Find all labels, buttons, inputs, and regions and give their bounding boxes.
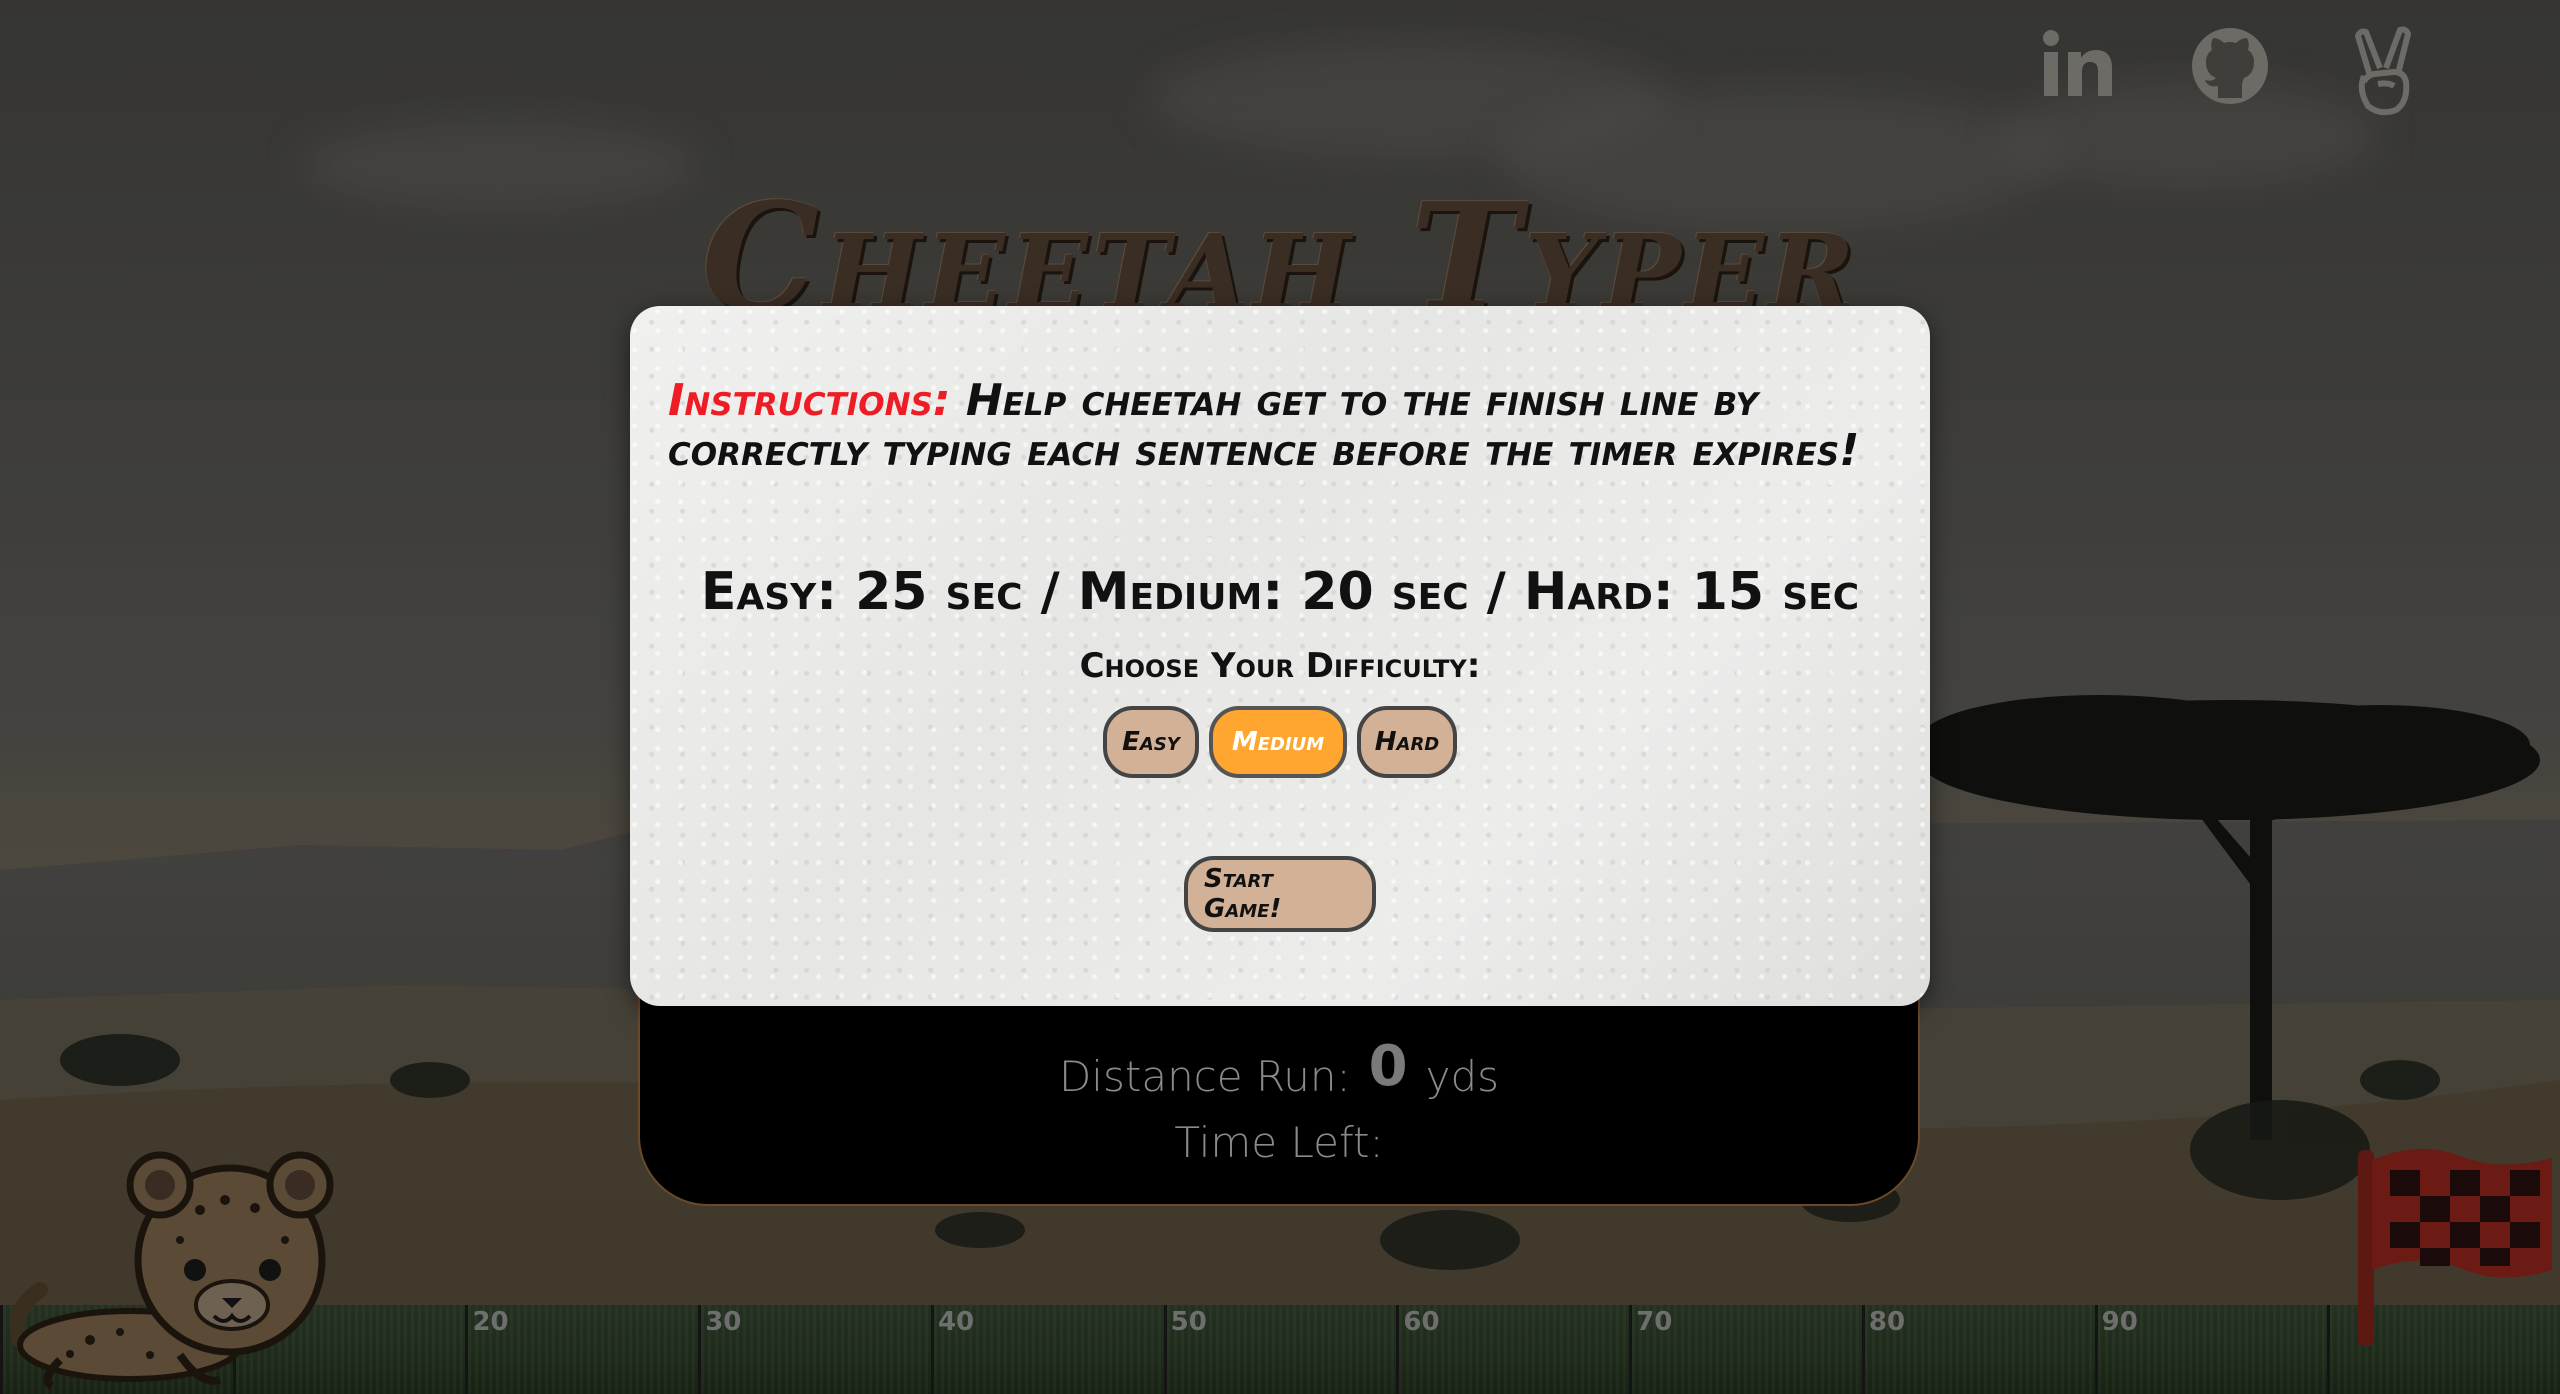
- yard-marker: 70: [1636, 1307, 1673, 1337]
- finish-flag-icon: [2358, 1148, 2552, 1346]
- time-left-label: Time Left:: [1174, 1118, 1384, 1167]
- yard-marker: 20: [472, 1307, 509, 1337]
- track-segment: 90: [2094, 1305, 2328, 1394]
- instructions-label: Instructions:: [668, 375, 951, 426]
- instructions-modal: Instructions: Help cheetah get to the fi…: [630, 306, 1930, 1006]
- hard-button[interactable]: Hard: [1357, 706, 1457, 778]
- track-segment: 60: [1396, 1305, 1630, 1394]
- easy-button[interactable]: Easy: [1103, 706, 1199, 778]
- time-left: Time Left:: [640, 1118, 1918, 1167]
- distance-label: Distance Run:: [1058, 1052, 1351, 1101]
- instructions-text: Instructions: Help cheetah get to the fi…: [668, 376, 1898, 476]
- linkedin-icon[interactable]: [2040, 26, 2114, 100]
- distance-value: 0: [1368, 1034, 1408, 1099]
- choose-difficulty-label: Choose Your Difficulty:: [1079, 646, 1481, 686]
- peace-hand-icon[interactable]: [2348, 26, 2420, 116]
- race-track: 10 20 30 40 50 60 70 80 90: [0, 1305, 2560, 1394]
- distance-unit: yds: [1425, 1052, 1500, 1101]
- track-segment: 20: [465, 1305, 699, 1394]
- yard-marker: 60: [1403, 1307, 1440, 1337]
- github-icon[interactable]: [2190, 26, 2270, 106]
- yard-marker: 50: [1170, 1307, 1207, 1337]
- track-segment: 30: [698, 1305, 931, 1394]
- difficulty-buttons: Easy Medium Hard: [630, 706, 1930, 778]
- cheetah-icon: [9, 1151, 334, 1390]
- difficulty-times: Easy: 25 sec / Medium: 20 sec / Hard: 15…: [700, 562, 1860, 622]
- yard-marker: 40: [937, 1307, 975, 1337]
- distance-run: Distance Run: 0 yds: [640, 1034, 1918, 1101]
- track-segment: 40: [930, 1305, 1164, 1394]
- track-segment: 70: [1629, 1305, 1862, 1394]
- medium-button[interactable]: Medium: [1209, 706, 1347, 778]
- yard-marker: 80: [1868, 1307, 1906, 1337]
- start-game-button[interactable]: Start Game!: [1184, 856, 1376, 932]
- track-segment: 50: [1163, 1305, 1397, 1394]
- yard-marker: 30: [705, 1307, 742, 1337]
- track-segment: 80: [1861, 1305, 2095, 1394]
- yard-marker: 90: [2101, 1307, 2138, 1337]
